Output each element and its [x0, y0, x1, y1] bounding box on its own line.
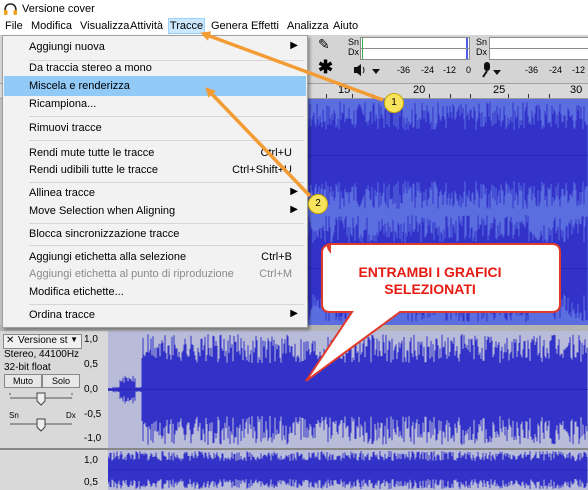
menu-item-label: Rendi mute tutte le tracce: [29, 147, 155, 159]
track-2[interactable]: ✕ Versione st ▼ Stereo, 44100Hz 32-bit f…: [0, 331, 588, 448]
microphone-icon[interactable]: [478, 61, 502, 79]
rec-scale-24: -24: [421, 65, 435, 75]
menu-analizza[interactable]: Analizza: [287, 20, 329, 32]
step-badge-1: 1: [384, 93, 404, 113]
menu-item-label: Da traccia stereo a mono: [29, 62, 152, 74]
play-scale-36: -36: [525, 65, 539, 75]
rec-meter-dx-label: Dx: [348, 47, 359, 57]
window-title: Versione cover: [22, 3, 95, 15]
menu-item-label: Move Selection when Aligning: [29, 205, 176, 217]
menu-item-modifica-etichette[interactable]: Modifica etichette...: [4, 282, 306, 303]
multi-tool-icon[interactable]: ✱: [318, 57, 333, 78]
menu-item-blocca-sincronizzazione[interactable]: Blocca sincronizzazione tracce: [4, 224, 306, 245]
menu-item-label: Rendi udibili tutte le tracce: [29, 164, 159, 176]
track-2-waveform: [108, 334, 588, 445]
track-2-vertical-scale: 1,0 0,5 0,0 -0,5 -1,0: [82, 331, 108, 448]
menu-item-aggiungi-nuova[interactable]: Aggiungi nuova ▶: [4, 37, 306, 58]
submenu-arrow-icon: ▶: [290, 204, 298, 215]
submenu-arrow-icon: ▶: [290, 186, 298, 197]
solo-button[interactable]: Solo: [42, 374, 80, 388]
rec-scale-36: -36: [397, 65, 411, 75]
menu-item-label: Rimuovi tracce: [29, 122, 102, 134]
menu-item-label: Aggiungi etichetta al punto di riproduzi…: [29, 268, 234, 280]
menu-item-label: Miscela e renderizza: [29, 80, 130, 92]
submenu-arrow-icon: ▶: [290, 40, 298, 51]
scale-label: -0,5: [84, 409, 102, 420]
scale-label: 0,5: [84, 477, 98, 488]
rec-meter-bar-right[interactable]: [360, 48, 470, 60]
callout-text: ENTRAMBI I GRAFICI SELEZIONATI: [318, 264, 542, 298]
menu-item-label: Ordina tracce: [29, 309, 96, 321]
tracce-dropdown-menu: Aggiungi nuova ▶ Da traccia stereo a mon…: [2, 35, 308, 328]
track-2-format: Stereo, 44100Hz: [4, 349, 80, 360]
track-menu-arrow-icon: ▼: [70, 335, 78, 344]
track-2-name-button[interactable]: ✕ Versione st ▼: [3, 334, 82, 349]
menu-genera[interactable]: Genera: [211, 20, 248, 32]
menu-item-rendi-udibili[interactable]: Rendi udibili tutte le tracce Ctrl+Shift…: [4, 160, 306, 181]
rec-scale-0: 0: [466, 65, 472, 75]
step-badge-2: 2: [308, 194, 328, 214]
scale-label: 1,0: [84, 334, 98, 345]
ruler-label-20: 20: [413, 84, 426, 96]
scale-label: 1,0: [84, 455, 98, 466]
play-scale-12: -12: [572, 65, 586, 75]
play-meter-bar-right[interactable]: [489, 48, 588, 60]
track-3-waveform: [108, 451, 588, 489]
ruler-label-30: 30: [570, 84, 583, 96]
menu-attivita[interactable]: Attività: [130, 20, 163, 32]
scale-label: 0,0: [84, 384, 98, 395]
submenu-arrow-icon: ▶: [290, 308, 298, 319]
menu-visualizza[interactable]: Visualizza: [80, 20, 129, 32]
mute-button[interactable]: Muto: [4, 374, 42, 388]
audacity-headphones-icon: [4, 3, 17, 15]
scale-label: -1,0: [84, 433, 102, 444]
callout-line-1: ENTRAMBI I GRAFICI: [358, 264, 502, 280]
track-3-control-panel: [0, 450, 83, 490]
menu-item-label: Allinea tracce: [29, 187, 96, 199]
play-scale-24: -24: [549, 65, 563, 75]
menu-item-shortcut: Ctrl+U: [260, 147, 292, 159]
menu-separator: [29, 245, 304, 246]
track-2-control-panel: ✕ Versione st ▼ Stereo, 44100Hz 32-bit f…: [0, 331, 83, 448]
ruler-label-15: 15: [338, 84, 351, 96]
play-meter-dx-label: Dx: [476, 47, 487, 57]
ruler-label-25: 25: [493, 84, 506, 96]
menu-item-ricampiona[interactable]: Ricampiona...: [4, 94, 306, 115]
menu-tracce[interactable]: Tracce: [168, 18, 205, 34]
menu-effetti[interactable]: Effetti: [251, 20, 279, 32]
track-3-vertical-scale: 1,0 0,5: [82, 450, 108, 490]
callout-line-2: SELEZIONATI: [384, 281, 476, 297]
track-3[interactable]: 1,0 0,5: [0, 448, 588, 490]
menu-file[interactable]: File: [5, 20, 23, 32]
menu-item-label: Aggiungi nuova: [29, 41, 105, 53]
menu-item-miscela-renderizza[interactable]: Miscela e renderizza: [4, 76, 306, 96]
menu-item-shortcut: Ctrl+M: [259, 268, 292, 280]
rec-scale-12: -12: [443, 65, 457, 75]
menu-item-rimuovi-tracce[interactable]: Rimuovi tracce: [4, 118, 306, 139]
menu-item-label: Modifica etichette...: [29, 286, 124, 298]
gain-slider[interactable]: [8, 389, 74, 407]
menu-aiuto[interactable]: Aiuto: [333, 20, 358, 32]
track-2-name: Versione st: [18, 335, 68, 346]
menu-item-label: Aggiungi etichetta alla selezione: [29, 251, 187, 263]
menu-bar: File Modifica Visualizza Attività Tracce…: [0, 18, 588, 35]
menu-item-shortcut: Ctrl+Shift+U: [232, 164, 292, 176]
draw-tool-icon[interactable]: ✎: [318, 36, 330, 53]
menu-separator: [29, 116, 304, 117]
menu-item-label: Ricampiona...: [29, 98, 97, 110]
track-2-bitdepth: 32-bit float: [4, 362, 51, 373]
title-bar: Versione cover: [0, 0, 588, 18]
menu-modifica[interactable]: Modifica: [31, 20, 72, 32]
speaker-icon[interactable]: [352, 63, 382, 77]
pan-slider[interactable]: [8, 415, 74, 433]
menu-item-label: Blocca sincronizzazione tracce: [29, 228, 180, 240]
menu-item-shortcut: Ctrl+B: [261, 251, 292, 263]
track-close-icon[interactable]: ✕: [6, 335, 14, 346]
menu-item-ordina-tracce[interactable]: Ordina tracce ▶: [4, 305, 306, 326]
scale-label: 0,5: [84, 359, 98, 370]
menu-separator: [29, 140, 304, 141]
menu-item-move-selection[interactable]: Move Selection when Aligning ▶: [4, 201, 306, 222]
